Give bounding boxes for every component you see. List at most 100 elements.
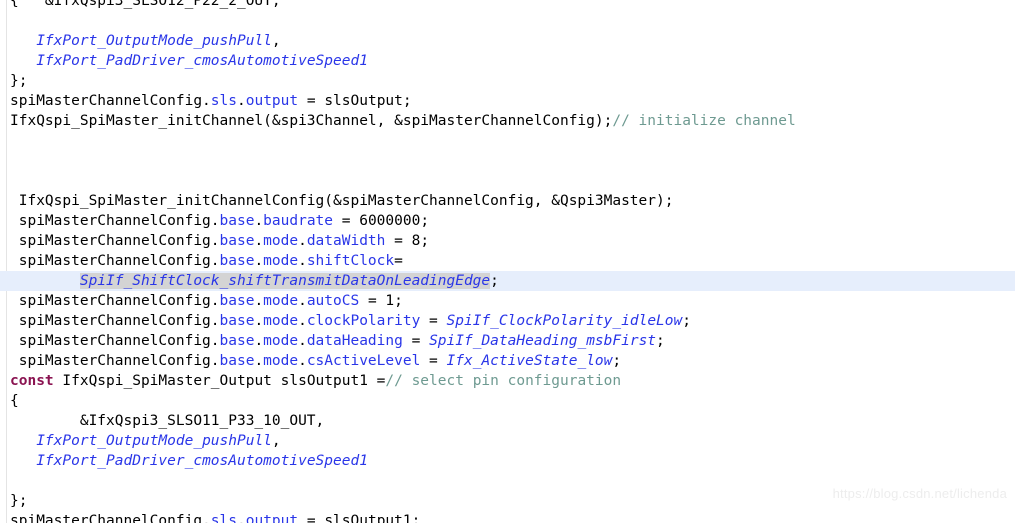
code-token-plain: . <box>254 353 264 369</box>
code-token-plain: ; <box>612 353 622 369</box>
code-line[interactable] <box>0 171 1015 191</box>
code-line[interactable]: &IfxQspi3_SLSO11_P33_10_OUT, <box>0 411 1015 431</box>
code-token-member: output <box>245 93 299 109</box>
code-token-plain: spiMasterChannelConfig. <box>10 233 220 249</box>
code-token-plain: . <box>298 353 307 369</box>
code-token-plain: = slsOutput; <box>298 93 412 109</box>
code-token-member: csActiveLevel <box>306 353 421 369</box>
code-token-enum: SpiIf_ClockPolarity_idleLow <box>446 313 683 329</box>
code-token-number: 6000000 <box>359 213 421 229</box>
code-token-plain: spiMasterChannelConfig. <box>10 353 220 369</box>
code-token-plain: . <box>298 313 307 329</box>
code-token-enum: IfxPort_PadDriver_cmosAutomotiveSpeed1 <box>36 453 368 469</box>
code-token-comment: // select pin configuration <box>385 373 622 389</box>
code-token-member: base <box>219 253 255 269</box>
code-token-plain: spiMasterChannelConfig. <box>10 313 220 329</box>
code-token-enum: SpiIf_DataHeading_msbFirst <box>429 333 657 349</box>
code-token-plain: { <box>10 393 19 409</box>
code-token-member: mode <box>263 333 299 349</box>
code-token-member: base <box>219 353 255 369</box>
code-token-member: output <box>245 513 299 523</box>
code-token-plain: }; <box>10 73 28 89</box>
code-token-enum: Ifx_ActiveState_low <box>446 353 613 369</box>
code-token-keyword: const <box>10 373 54 389</box>
code-token-number: 1 <box>385 293 395 309</box>
code-token-member: base <box>219 233 255 249</box>
code-token-plain: , <box>271 433 281 449</box>
code-token-plain: = <box>359 293 386 309</box>
code-token-member: base <box>219 293 255 309</box>
code-line[interactable]: IfxPort_PadDriver_cmosAutomotiveSpeed1 <box>0 451 1015 471</box>
code-line[interactable]: spiMasterChannelConfig.base.mode.autoCS … <box>0 291 1015 311</box>
code-token-enum: IfxPort_OutputMode_pushPull <box>36 433 272 449</box>
code-token-plain: . <box>237 513 246 523</box>
code-token-member: sls <box>210 93 237 109</box>
code-token-plain: . <box>298 293 307 309</box>
code-line[interactable]: spiMasterChannelConfig.base.mode.csActiv… <box>0 351 1015 371</box>
code-line[interactable]: }; <box>0 71 1015 91</box>
code-line[interactable]: spiMasterChannelConfig.base.mode.dataWid… <box>0 231 1015 251</box>
code-line[interactable]: IfxQspi_SpiMaster_initChannelConfig(&spi… <box>0 191 1015 211</box>
code-line[interactable]: spiMasterChannelConfig.base.mode.shiftCl… <box>0 251 1015 271</box>
code-token-member: mode <box>263 353 299 369</box>
code-token-plain: spiMasterChannelConfig. <box>10 513 211 523</box>
code-token-plain: spiMasterChannelConfig. <box>10 333 220 349</box>
code-token-member: dataHeading <box>306 333 403 349</box>
code-token-plain: }; <box>10 493 28 509</box>
code-token-plain: . <box>254 213 264 229</box>
code-token-member: base <box>219 213 255 229</box>
code-token-comment: // initialize channel <box>612 113 796 129</box>
code-line[interactable]: { &IfxQspi3_SLSO12_P22_2_OUT, <box>0 0 1015 11</box>
code-line[interactable]: spiMasterChannelConfig.base.mode.clockPo… <box>0 311 1015 331</box>
code-token-plain: = <box>333 213 360 229</box>
code-token-member: mode <box>263 253 299 269</box>
code-token-plain: . <box>254 233 264 249</box>
code-text-area[interactable]: { &IfxQspi3_SLSO12_P22_2_OUT, IfxPort_Ou… <box>0 0 1015 523</box>
code-token-plain: . <box>298 233 307 249</box>
code-token-plain: , <box>271 33 281 49</box>
code-line[interactable]: SpiIf_ShiftClock_shiftTransmitDataOnLead… <box>0 271 1015 291</box>
code-line[interactable] <box>0 11 1015 31</box>
code-token-member: mode <box>263 313 299 329</box>
code-token-plain: . <box>254 333 264 349</box>
highlighted-occurrence-token: SpiIf_ShiftClock_shiftTransmitDataOnLead… <box>79 273 491 289</box>
code-line[interactable]: { <box>0 391 1015 411</box>
code-line[interactable]: IfxPort_OutputMode_pushPull, <box>0 31 1015 51</box>
code-token-plain: . <box>298 253 307 269</box>
code-token-enum: IfxPort_OutputMode_pushPull <box>36 33 272 49</box>
code-editor[interactable]: { &IfxQspi3_SLSO12_P22_2_OUT, IfxPort_Ou… <box>0 0 1015 523</box>
code-line[interactable]: spiMasterChannelConfig.base.mode.dataHea… <box>0 331 1015 351</box>
code-line[interactable] <box>0 131 1015 151</box>
code-line[interactable] <box>0 151 1015 171</box>
code-token-plain: IfxQspi_SpiMaster_initChannel(&spi3Chann… <box>10 113 613 129</box>
code-line[interactable]: spiMasterChannelConfig.sls.output = slsO… <box>0 91 1015 111</box>
code-line[interactable]: const IfxQspi_SpiMaster_Output slsOutput… <box>0 371 1015 391</box>
code-token-plain: ; <box>420 233 430 249</box>
code-token-member: sls <box>210 513 237 523</box>
code-token-plain: = slsOutput1; <box>298 513 421 523</box>
code-token-plain: . <box>254 253 264 269</box>
code-token-plain: ; <box>394 293 403 309</box>
code-token-member: shiftClock <box>306 253 395 269</box>
code-token-member: mode <box>263 293 299 309</box>
code-token-plain: = <box>385 233 412 249</box>
code-line[interactable]: IfxPort_PadDriver_cmosAutomotiveSpeed1 <box>0 51 1015 71</box>
code-token-plain: { &IfxQspi3_SLSO12_P22_2_OUT, <box>10 0 281 9</box>
code-line[interactable]: IfxPort_OutputMode_pushPull, <box>0 431 1015 451</box>
code-token-plain: IfxQspi_SpiMaster_initChannelConfig(&spi… <box>10 193 674 209</box>
code-line[interactable]: spiMasterChannelConfig.base.baudrate = 6… <box>0 211 1015 231</box>
code-token-plain: ; <box>490 273 499 289</box>
code-line[interactable]: spiMasterChannelConfig.sls.output = slsO… <box>0 511 1015 523</box>
code-token-plain: = <box>402 333 430 349</box>
code-line[interactable]: IfxQspi_SpiMaster_initChannel(&spi3Chann… <box>0 111 1015 131</box>
code-token-plain: . <box>254 313 264 329</box>
code-token-member: autoCS <box>306 293 360 309</box>
code-token-enum: IfxPort_PadDriver_cmosAutomotiveSpeed1 <box>36 53 368 69</box>
code-token-plain: spiMasterChannelConfig. <box>10 253 220 269</box>
code-token-member: dataWidth <box>306 233 386 249</box>
